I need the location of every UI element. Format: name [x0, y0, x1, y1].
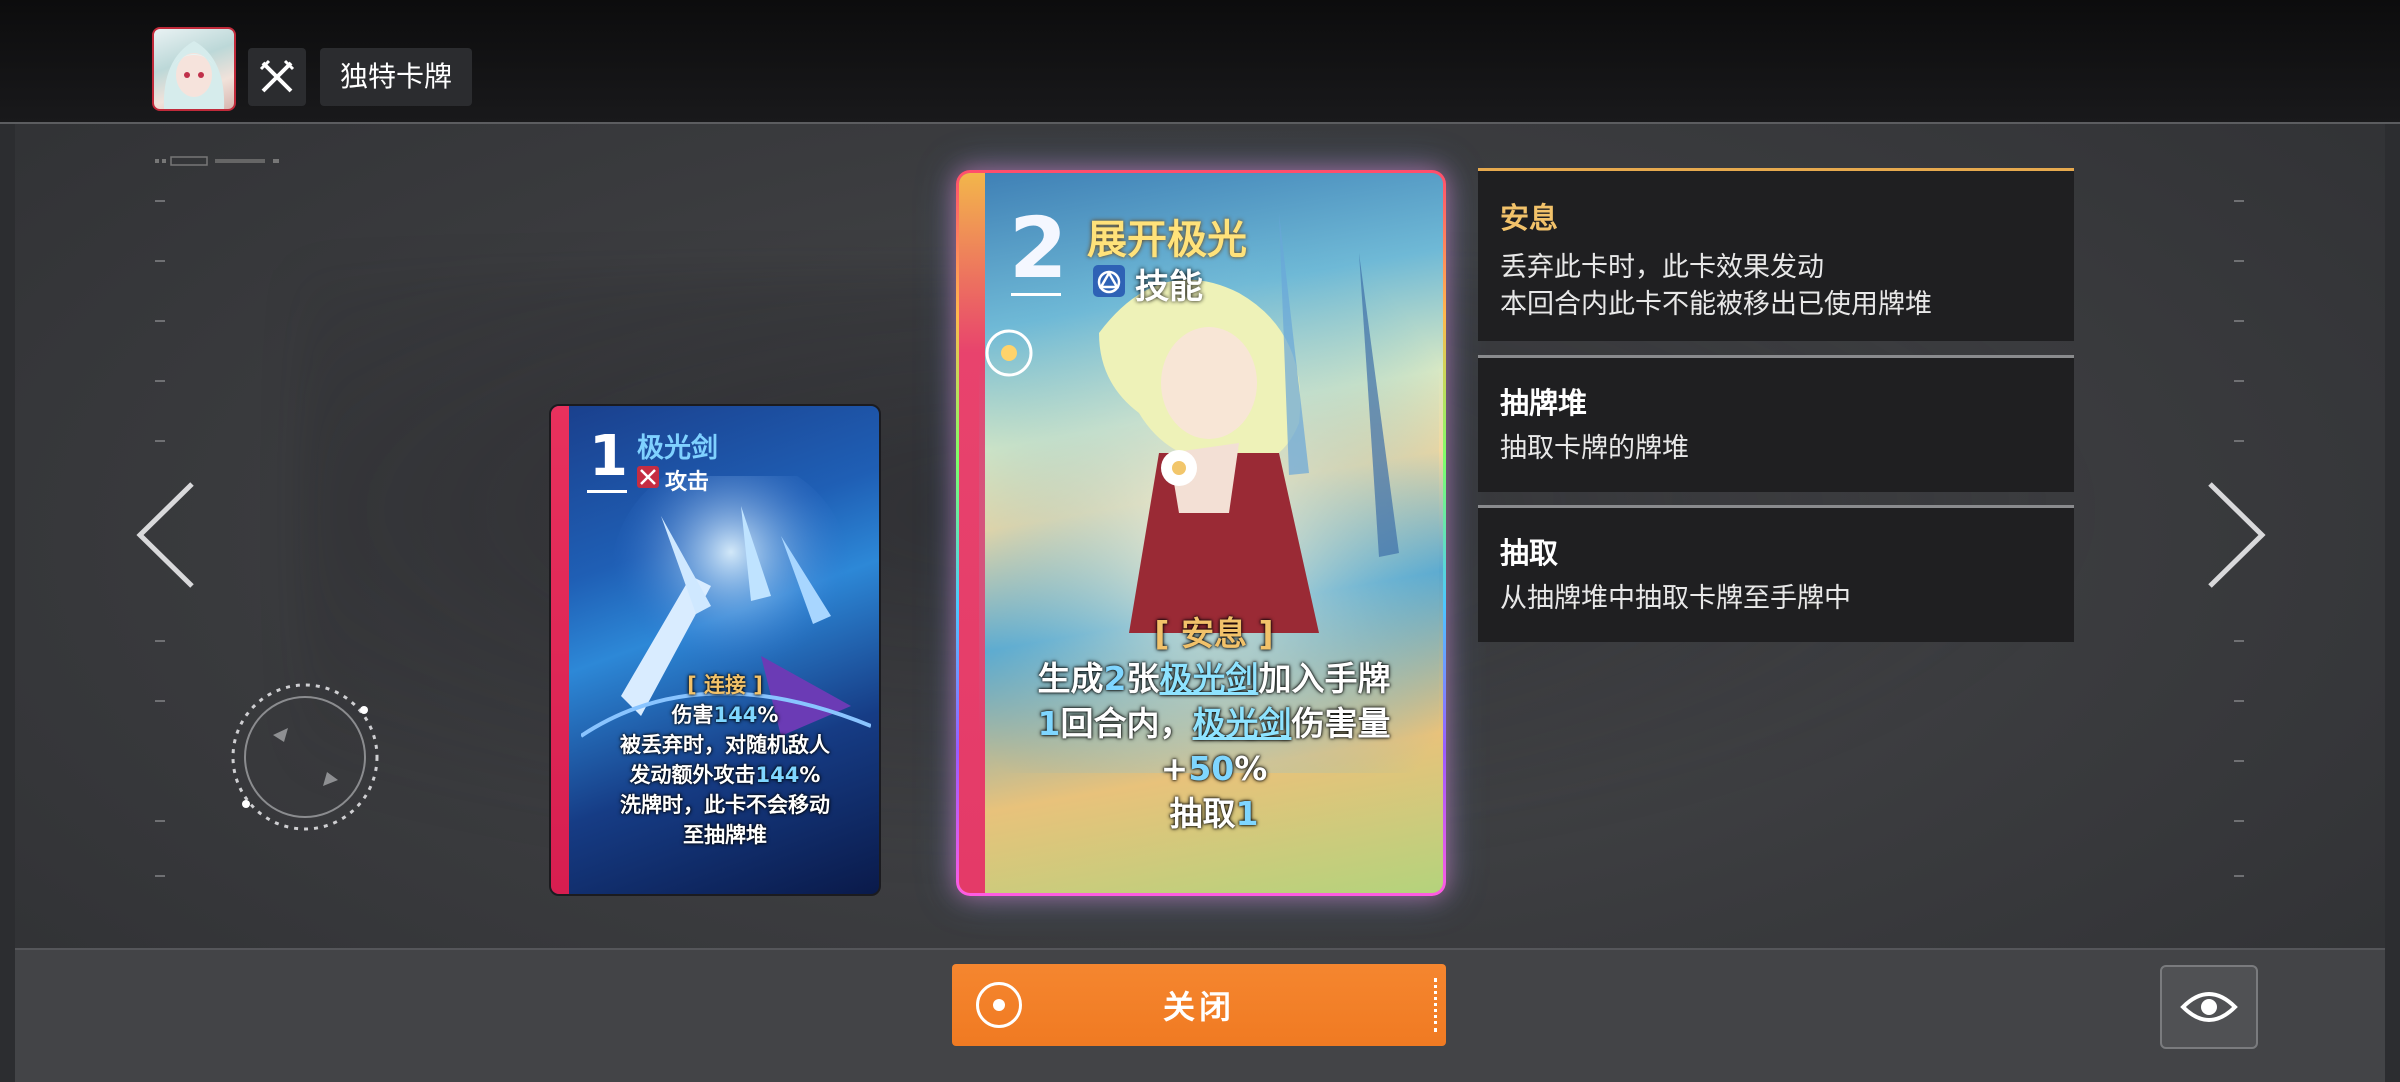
card-aurora-sword[interactable]: 1 极光剑 攻击 [ 连接 ] 伤害144% 被丢弃时，对随机敌人 发动额外攻击… — [549, 404, 881, 896]
info-desc-line: 抽取卡牌的牌堆 — [1500, 433, 1689, 464]
card-line-1: 伤害144% — [671, 703, 779, 727]
button-edge-dots — [1434, 978, 1440, 1032]
attack-type-icon — [637, 466, 659, 488]
crossed-swords-icon — [259, 59, 295, 93]
target-circle-icon — [976, 982, 1022, 1028]
card-line-1: 生成2张极光剑加入手牌 — [1037, 659, 1391, 698]
card-line-2: 被丢弃时，对随机敌人 — [620, 733, 830, 757]
info-description: 丢弃此卡时，此卡效果发动 本回合内此卡不能被移出已使用牌堆 — [1500, 249, 1932, 323]
info-title: 安息 — [1500, 201, 1559, 235]
card-stripe — [551, 406, 569, 894]
character-portrait-icon — [163, 41, 225, 109]
card-keyword: [ 连接 ] — [687, 673, 763, 697]
card-type: 技能 — [1135, 267, 1203, 307]
info-title: 抽取 — [1500, 536, 1559, 570]
cost-underline — [587, 490, 627, 493]
avatar[interactable] — [152, 27, 236, 111]
card-description: [ 安息 ] 生成2张极光剑加入手牌 1回合内，极光剑伤害量 +50% 抽取1 — [985, 611, 1443, 836]
cost-underline — [1011, 293, 1061, 296]
joystick-circle-icon — [231, 683, 379, 831]
mode-icon-button[interactable] — [248, 48, 306, 106]
card-unfold-aurora[interactable]: 2 展开极光 技能 [ 安息 ] 生成2张极光剑加入手牌 1回合内，极光剑伤害量… — [956, 170, 1446, 896]
close-button[interactable]: 关闭 — [952, 964, 1446, 1046]
card-line-3: 发动额外攻击144% — [629, 763, 821, 787]
eye-icon — [2180, 992, 2238, 1022]
card-line-2: 1回合内，极光剑伤害量 — [1037, 704, 1391, 743]
info-desc-line: 从抽牌堆中抽取卡牌至手牌中 — [1500, 583, 1851, 614]
info-panel-rest: 安息 丢弃此卡时，此卡效果发动 本回合内此卡不能被移出已使用牌堆 — [1478, 168, 2074, 341]
info-desc-line: 丢弃此卡时，此卡效果发动 — [1500, 252, 1824, 283]
info-title: 抽牌堆 — [1500, 386, 1588, 420]
close-button-label: 关闭 — [1162, 988, 1235, 1026]
info-description: 抽取卡牌的牌堆 — [1500, 430, 1689, 467]
card-name: 展开极光 — [1087, 217, 1247, 263]
card-description: [ 连接 ] 伤害144% 被丢弃时，对随机敌人 发动额外攻击144% 洗牌时，… — [571, 670, 879, 850]
card-line-5: 至抽牌堆 — [683, 823, 767, 847]
card-cost: 1 — [589, 424, 628, 489]
skill-type-icon — [1093, 265, 1125, 297]
card-line-3: +50% — [1160, 749, 1268, 788]
card-keyword: [ 安息 ] — [1154, 614, 1274, 653]
card-type: 攻击 — [665, 470, 710, 495]
decorative-header-strip — [155, 156, 279, 166]
page-title: 独特卡牌 — [320, 48, 473, 106]
info-panel-draw-pile: 抽牌堆 抽取卡牌的牌堆 — [1478, 355, 2074, 492]
card-cost: 2 — [1009, 199, 1068, 297]
next-arrow-icon[interactable] — [2200, 480, 2270, 590]
info-desc-line: 本回合内此卡不能被移出已使用牌堆 — [1500, 289, 1932, 320]
card-line-4: 抽取1 — [1169, 794, 1259, 833]
card-name: 极光剑 — [637, 433, 718, 464]
previous-arrow-icon[interactable] — [132, 480, 202, 590]
info-description: 从抽牌堆中抽取卡牌至手牌中 — [1500, 580, 1851, 617]
view-toggle-button[interactable] — [2160, 965, 2258, 1049]
card-line-4: 洗牌时，此卡不会移动 — [620, 793, 830, 817]
info-panel-draw: 抽取 从抽牌堆中抽取卡牌至手牌中 — [1478, 505, 2074, 642]
